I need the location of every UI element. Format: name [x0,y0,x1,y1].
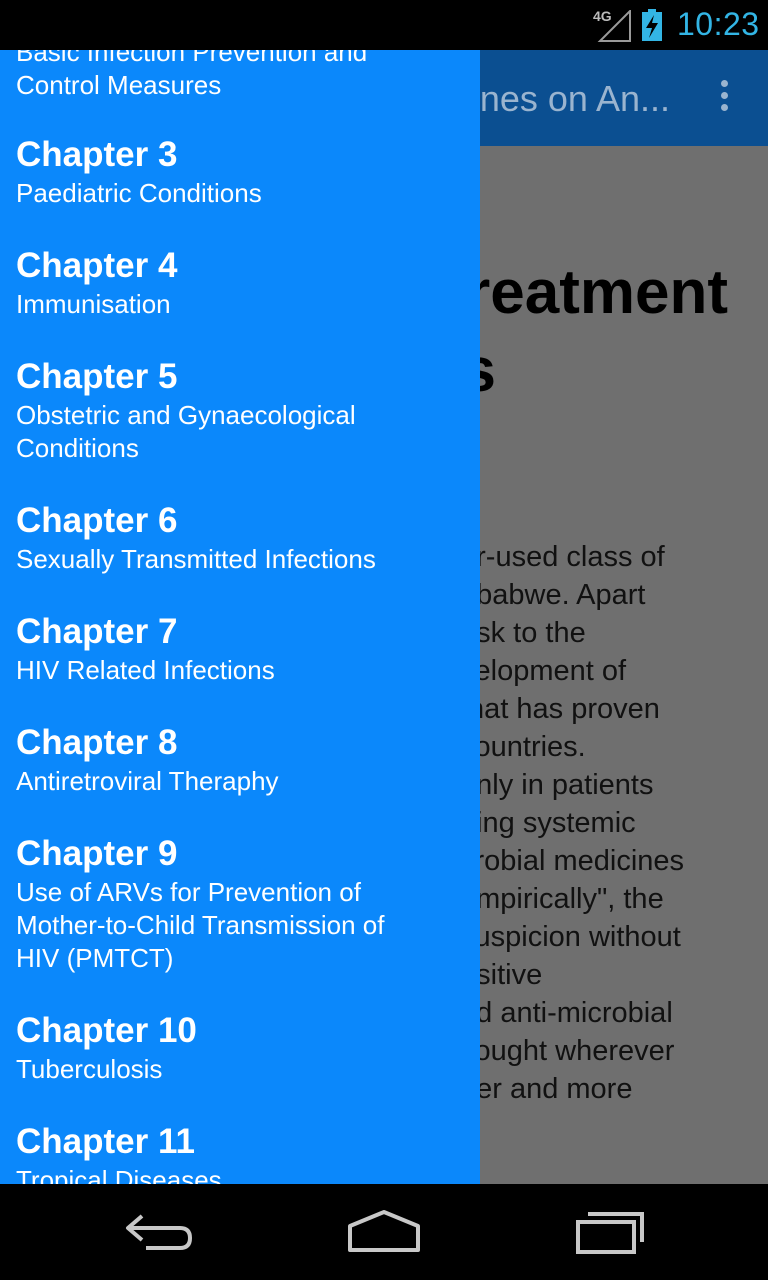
article-line: tter and more [460,1073,633,1105]
system-navigation-bar [0,1184,768,1280]
item-subtitle: Conditions [16,433,139,463]
drawer-item-chapter-6[interactable]: Chapter 6 Sexually Transmitted Infection… [0,499,480,576]
item-subtitle: Antiretroviral Theraphy [16,766,279,796]
article-line: nbabwe. Apart [460,579,646,611]
item-chapter-title: Chapter 6 [16,501,178,540]
item-chapter-title: Chapter 4 [16,246,178,285]
item-subtitle: Obstetric and Gynaecological [16,400,356,430]
item-chapter-title: Chapter 10 [16,1011,197,1050]
item-subtitle: Immunisation [16,289,171,319]
article-line: only in patients [460,769,654,801]
item-subtitle: Tuberculosis [16,1054,163,1084]
article-line: risk to the [460,617,586,649]
item-subtitle: Basic Infection Prevention and [16,50,368,67]
article-line: sought wherever [460,1035,675,1067]
article-line: velopment of [460,655,627,687]
item-subtitle: HIV (PMTCT) [16,943,174,973]
drawer-list: Basic Infection Prevention and Control M… [0,50,480,1184]
signal-icon [597,10,631,42]
status-bar: 4G 10:23 [0,0,768,50]
article-line: er-used class of [460,541,665,573]
article-body: er-used class of nbabwe. Apart risk to t… [460,538,760,1108]
item-subtitle: Sexually Transmitted Infections [16,544,376,574]
navigation-drawer[interactable]: Basic Infection Prevention and Control M… [0,50,480,1184]
recent-apps-icon[interactable] [572,1206,652,1258]
article-line: nd anti-microbial [460,997,673,1029]
article-line: ositive [460,959,543,991]
back-icon[interactable] [120,1206,200,1258]
item-subtitle: Use of ARVs for Prevention of [16,877,361,907]
article-line: empirically", the [460,883,664,915]
article-line: crobial medicines [460,845,685,877]
item-chapter-title: Chapter 3 [16,135,178,174]
item-chapter-title: Chapter 5 [16,357,178,396]
article-line: countries. [460,731,586,763]
battery-charging-icon [642,9,662,41]
item-subtitle: Mother-to-Child Transmission of [16,910,385,940]
item-chapter-title: Chapter 7 [16,612,178,651]
item-chapter-title: Chapter 11 [16,1122,195,1161]
item-subtitle: Control Measures [16,70,222,100]
item-chapter-title: Chapter 9 [16,834,178,873]
drawer-item-chapter-7[interactable]: Chapter 7 HIV Related Infections [0,610,480,687]
home-icon[interactable] [344,1206,424,1258]
drawer-item-chapter-2[interactable]: Basic Infection Prevention and Control M… [0,50,480,102]
item-subtitle: Paediatric Conditions [16,178,262,208]
drawer-item-chapter-9[interactable]: Chapter 9 Use of ARVs for Prevention of … [0,832,480,975]
article-line: suspicion without [460,921,681,953]
item-chapter-title: Chapter 8 [16,723,178,762]
overflow-menu-icon[interactable] [714,80,734,118]
clock: 10:23 [677,6,760,42]
drawer-item-chapter-5[interactable]: Chapter 5 Obstetric and Gynaecological C… [0,355,480,465]
screen: 4G 10:23 nes on An... reatment s er-used… [0,0,768,1280]
drawer-item-chapter-3[interactable]: Chapter 3 Paediatric Conditions [0,133,480,210]
article-line: iring systemic [460,807,636,839]
drawer-item-chapter-4[interactable]: Chapter 4 Immunisation [0,244,480,321]
item-subtitle: HIV Related Infections [16,655,275,685]
drawer-item-chapter-11[interactable]: Chapter 11 Tropical Diseases [0,1120,480,1184]
article-line: that has proven [460,693,660,725]
drawer-item-chapter-10[interactable]: Chapter 10 Tuberculosis [0,1009,480,1086]
item-subtitle: Tropical Diseases [16,1165,222,1184]
drawer-item-chapter-8[interactable]: Chapter 8 Antiretroviral Theraphy [0,721,480,798]
